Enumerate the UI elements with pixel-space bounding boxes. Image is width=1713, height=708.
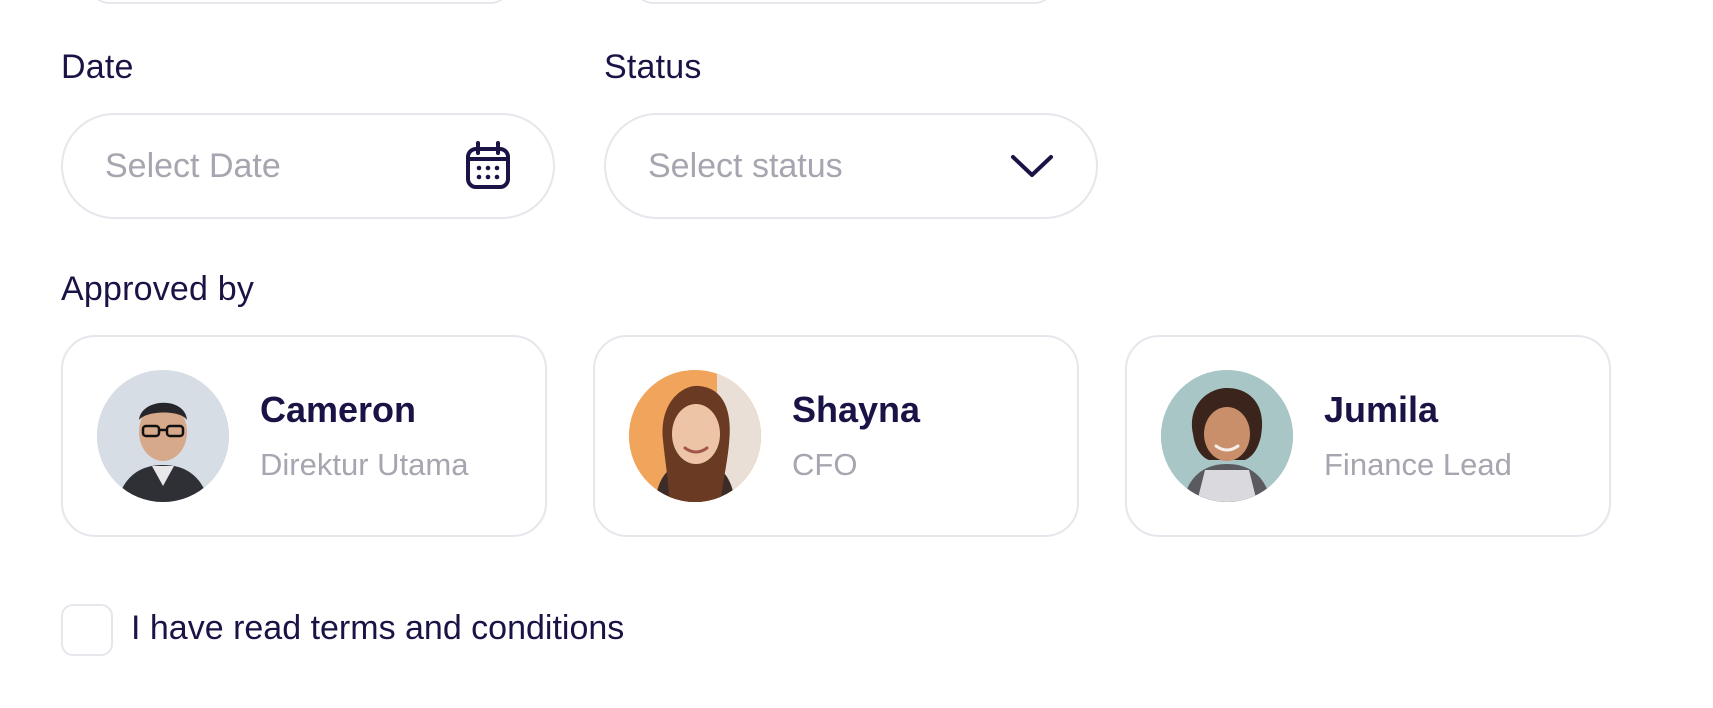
status-select[interactable]: Select status xyxy=(604,113,1098,219)
approver-name: Cameron xyxy=(260,389,417,430)
approver-name: Jumila xyxy=(1324,389,1439,430)
status-placeholder: Select status xyxy=(648,146,843,185)
approver-card-shayna[interactable]: Shayna CFO xyxy=(593,335,1079,537)
calendar-icon[interactable] xyxy=(465,141,511,191)
approver-role: Finance Lead xyxy=(1324,447,1512,482)
status-label: Status xyxy=(604,48,702,86)
approver-card-cameron[interactable]: Cameron Direktur Utama xyxy=(61,335,547,537)
date-placeholder: Select Date xyxy=(105,146,281,185)
approved-by-label: Approved by xyxy=(61,270,255,308)
date-label: Date xyxy=(61,48,134,86)
chevron-down-icon[interactable] xyxy=(1010,153,1054,179)
terms-label[interactable]: I have read terms and conditions xyxy=(131,609,624,648)
terms-checkbox[interactable] xyxy=(61,604,113,656)
avatar xyxy=(97,370,229,502)
previous-field-edge-2 xyxy=(632,0,1056,4)
avatar xyxy=(629,370,761,502)
approver-role: CFO xyxy=(792,447,858,482)
avatar xyxy=(1161,370,1293,502)
previous-field-edge xyxy=(88,0,512,4)
date-picker[interactable]: Select Date xyxy=(61,113,555,219)
approver-role: Direktur Utama xyxy=(260,447,469,482)
approver-card-jumila[interactable]: Jumila Finance Lead xyxy=(1125,335,1611,537)
approver-name: Shayna xyxy=(792,389,921,430)
